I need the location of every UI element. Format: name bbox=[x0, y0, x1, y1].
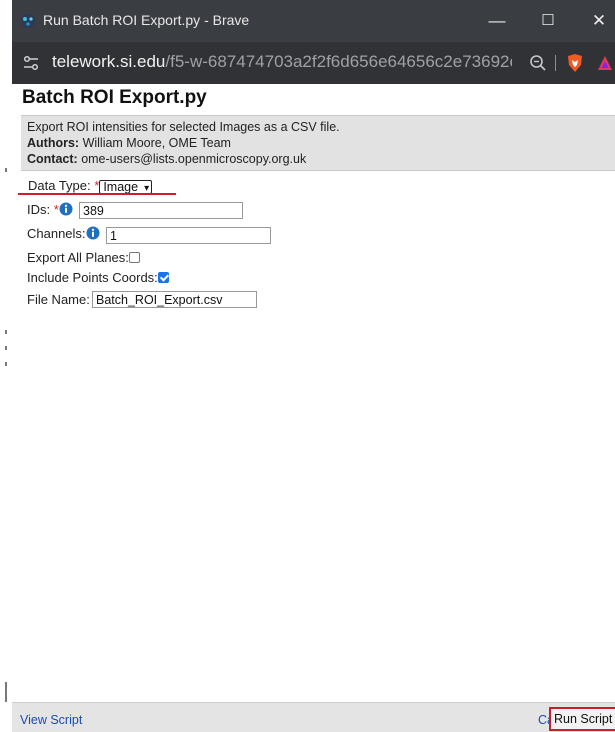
authors-label: Authors: bbox=[27, 136, 80, 150]
file-name-label: File Name: bbox=[27, 292, 90, 307]
include-points-checkbox[interactable] bbox=[157, 272, 169, 283]
export-all-planes-checkbox[interactable] bbox=[128, 252, 140, 263]
channels-input[interactable]: 1 bbox=[106, 227, 271, 244]
file-name-row: File Name: bbox=[27, 292, 90, 307]
info-icon[interactable] bbox=[59, 202, 73, 216]
url-host: telework.si.edu bbox=[52, 52, 166, 71]
address-separator bbox=[555, 55, 556, 71]
omero-app-icon bbox=[21, 14, 35, 28]
title-bar: Run Batch ROI Export.py - Brave — ☐ ✕ bbox=[12, 0, 615, 42]
dialog-footer: View Script Cancel Run Script bbox=[12, 702, 615, 732]
brave-shield-icon[interactable] bbox=[566, 53, 584, 73]
channels-row: Channels: bbox=[27, 226, 100, 241]
address-bar: telework.si.edu/f5-w-687474703a2f2f6d656… bbox=[12, 42, 615, 84]
info-icon[interactable] bbox=[86, 226, 100, 240]
zoom-icon[interactable] bbox=[529, 54, 547, 72]
data-type-value: Image bbox=[103, 179, 139, 194]
close-button[interactable]: ✕ bbox=[587, 9, 611, 33]
ids-row: IDs: * bbox=[27, 202, 73, 217]
export-all-planes-row: Export All Planes: bbox=[27, 250, 140, 265]
page-title: Batch ROI Export.py bbox=[22, 87, 207, 108]
url-path: /f5-w-687474703a2f2f6d656e64656c2e73692e… bbox=[165, 52, 512, 71]
minimize-button[interactable]: — bbox=[485, 9, 509, 33]
brave-rewards-icon[interactable] bbox=[597, 55, 613, 71]
site-settings-icon[interactable] bbox=[22, 54, 40, 72]
popup-window: Run Batch ROI Export.py - Brave — ☐ ✕ te… bbox=[12, 0, 615, 732]
url-field[interactable]: telework.si.edu/f5-w-687474703a2f2f6d656… bbox=[52, 52, 512, 72]
script-description-box: Export ROI intensities for selected Imag… bbox=[21, 115, 615, 171]
background-window-edge bbox=[0, 0, 12, 732]
channels-label: Channels: bbox=[27, 226, 86, 241]
description-text: Export ROI intensities for selected Imag… bbox=[27, 120, 340, 134]
annotation-underline bbox=[18, 193, 176, 195]
ids-label: IDs: bbox=[27, 202, 51, 217]
run-script-button[interactable]: Run Script bbox=[549, 707, 615, 731]
window-title: Run Batch ROI Export.py - Brave bbox=[43, 12, 250, 28]
file-name-input[interactable]: Batch_ROI_Export.csv bbox=[92, 291, 257, 308]
ids-input[interactable]: 389 bbox=[79, 202, 243, 219]
data-type-label: Data Type: bbox=[28, 178, 91, 193]
export-all-planes-label: Export All Planes: bbox=[27, 250, 129, 265]
authors-value: William Moore, OME Team bbox=[82, 136, 231, 150]
include-points-row: Include Points Coords: bbox=[27, 270, 169, 285]
maximize-button[interactable]: ☐ bbox=[536, 9, 560, 33]
script-form-page: Batch ROI Export.py Export ROI intensiti… bbox=[12, 84, 615, 732]
data-type-select[interactable]: Image ▾ bbox=[99, 179, 153, 194]
contact-value: ome-users@lists.openmicroscopy.org.uk bbox=[81, 152, 307, 166]
view-script-link[interactable]: View Script bbox=[20, 713, 82, 727]
contact-label: Contact: bbox=[27, 152, 78, 166]
include-points-label: Include Points Coords: bbox=[27, 270, 158, 285]
data-type-row: Data Type: * Image ▾ bbox=[28, 178, 153, 194]
